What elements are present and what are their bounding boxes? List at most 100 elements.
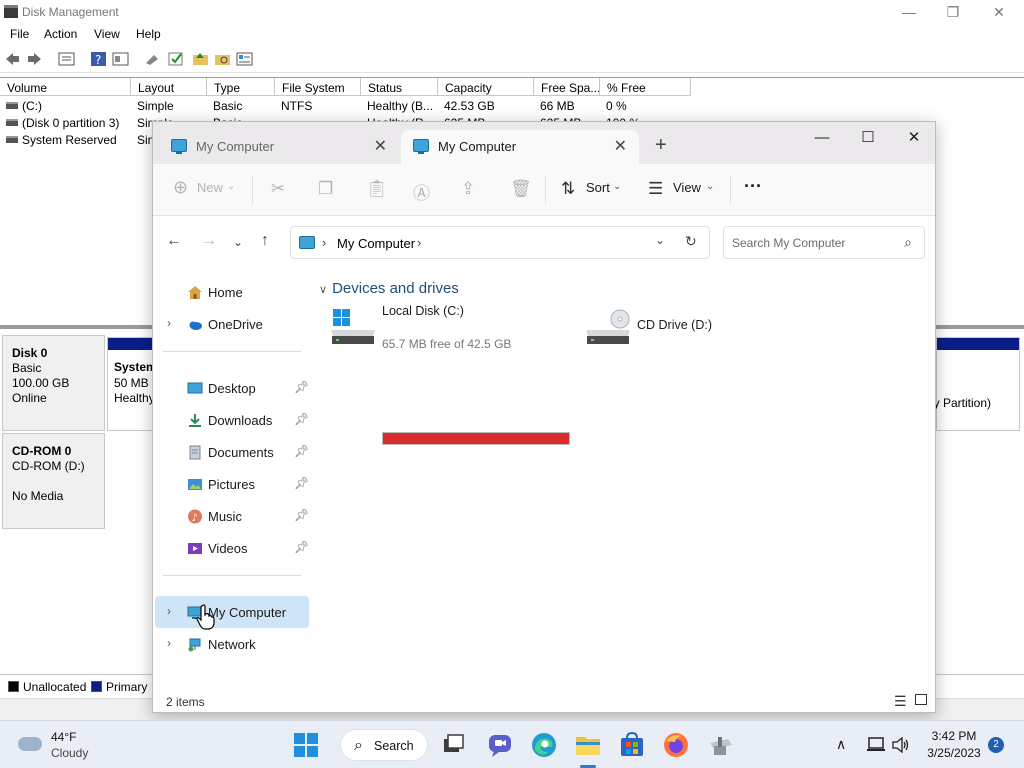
check-icon[interactable] <box>168 51 185 67</box>
column-layout[interactable]: Layout <box>131 78 207 96</box>
cut-icon[interactable]: ✂ <box>271 179 285 199</box>
system-reserved-partition[interactable]: System 50 MB Healthy <box>107 337 157 431</box>
nav-item-desktop[interactable]: Desktop 📌︎ <box>155 372 309 404</box>
dm-minimize-button[interactable]: — <box>886 1 932 23</box>
recovery-partition[interactable]: y Partition) <box>934 337 1020 431</box>
chat-icon[interactable] <box>486 731 514 759</box>
folder-search-icon[interactable] <box>214 51 231 67</box>
group-collapse-chevron-icon[interactable]: ∨ <box>319 283 327 296</box>
edge-browser-icon[interactable] <box>530 731 558 759</box>
clock[interactable]: 3:42 PM 3/25/2023 <box>924 728 984 762</box>
nav-item-downloads[interactable]: Downloads 📌︎ <box>155 404 309 436</box>
tab-my-computer-2[interactable]: My Computer ✕ <box>401 130 639 164</box>
store-icon[interactable] <box>618 731 646 759</box>
back-arrow-icon[interactable] <box>4 51 21 67</box>
table-row[interactable]: (C:) Simple Basic NTFS Healthy (B... 42.… <box>0 97 1024 114</box>
network-status-icon[interactable] <box>866 737 886 753</box>
up-arrow-icon[interactable]: ↑ <box>261 232 269 250</box>
column-type[interactable]: Type <box>207 78 275 96</box>
properties-icon[interactable] <box>112 51 129 67</box>
settings-icon[interactable] <box>236 51 253 67</box>
tiles-view-icon[interactable] <box>915 694 927 705</box>
share-icon[interactable]: ⇪ <box>461 179 475 199</box>
sort-button[interactable]: Sort <box>586 180 610 195</box>
pin-icon[interactable]: 📌︎ <box>294 380 309 394</box>
pin-icon[interactable]: 📌︎ <box>294 508 309 522</box>
chevron-right-icon[interactable]: › <box>167 316 171 330</box>
breadcrumb-chevron-icon[interactable]: › <box>417 235 421 250</box>
forward-arrow-icon[interactable] <box>26 51 43 67</box>
breadcrumb-my-computer[interactable]: My Computer <box>337 236 415 251</box>
show-hidden-icons-chevron-icon[interactable]: ∧ <box>836 736 846 753</box>
devices-and-drives-header[interactable]: ∨ Devices and drives <box>319 280 459 297</box>
view-button[interactable]: View <box>673 180 701 195</box>
search-box[interactable]: ⌕ <box>723 226 925 259</box>
breadcrumb-chevron-icon[interactable]: › <box>322 235 326 250</box>
chevron-right-icon[interactable]: › <box>167 604 171 618</box>
more-options-button[interactable]: ··· <box>744 176 762 197</box>
pin-icon[interactable]: 📌︎ <box>294 540 309 554</box>
delete-icon[interactable]: 🗑︎ <box>510 179 532 199</box>
task-view-icon[interactable] <box>440 731 468 759</box>
start-button[interactable] <box>292 731 320 759</box>
paste-icon[interactable]: 📋︎ <box>366 179 388 199</box>
address-history-chevron-icon[interactable]: ⌄ <box>655 233 665 247</box>
tab-close-icon[interactable]: ✕ <box>614 136 627 156</box>
disk-0-label[interactable]: Disk 0 Basic 100.00 GB Online <box>2 335 105 431</box>
menu-view[interactable]: View <box>94 27 120 41</box>
tab-my-computer-1[interactable]: My Computer ✕ <box>159 130 399 164</box>
explorer-maximize-button[interactable]: ☐ <box>845 124 891 152</box>
explorer-minimize-button[interactable]: — <box>799 124 845 152</box>
drive-cd-d[interactable]: CD Drive (D:) <box>586 306 766 356</box>
column-volume[interactable]: Volume <box>0 78 131 96</box>
nav-item-onedrive[interactable]: › OneDrive <box>155 308 309 340</box>
menu-file[interactable]: File <box>10 27 29 41</box>
column-percent-free[interactable]: % Free <box>600 78 691 96</box>
new-tab-button[interactable]: + <box>655 134 667 157</box>
column-file-system[interactable]: File System <box>275 78 361 96</box>
menu-help[interactable]: Help <box>136 27 161 41</box>
dm-maximize-button[interactable]: ❐ <box>930 1 976 23</box>
firefox-icon[interactable] <box>662 731 690 759</box>
file-explorer-taskbar-icon[interactable] <box>574 731 602 759</box>
search-input[interactable] <box>732 235 892 251</box>
menu-action[interactable]: Action <box>44 27 77 41</box>
nav-item-network[interactable]: › Network <box>155 628 309 660</box>
nav-item-videos[interactable]: Videos 📌︎ <box>155 532 309 564</box>
address-bar[interactable]: › My Computer › ⌄ ↻ <box>290 226 710 259</box>
nav-item-music[interactable]: ♪ Music 📌︎ <box>155 500 309 532</box>
nav-item-home[interactable]: Home <box>155 276 309 308</box>
pin-icon[interactable]: 📌︎ <box>294 412 309 426</box>
folder-up-icon[interactable] <box>192 51 209 67</box>
drive-local-disk-c[interactable]: Local Disk (C:) 65.7 MB free of 42.5 GB <box>331 304 571 356</box>
forward-arrow-icon[interactable]: → <box>201 232 217 250</box>
recent-chevron-down-icon[interactable]: ⌄ <box>233 235 243 249</box>
dm-close-button[interactable]: ✕ <box>976 1 1022 23</box>
chevron-right-icon[interactable]: › <box>167 636 171 650</box>
sandbox-icon[interactable] <box>706 731 734 759</box>
new-button[interactable]: New <box>197 180 223 195</box>
explorer-close-button[interactable]: ✕ <box>891 124 935 152</box>
weather-widget[interactable]: 44°F Cloudy <box>14 728 124 762</box>
rename-icon[interactable]: Ⓐ <box>413 179 430 204</box>
cdrom-0-label[interactable]: CD-ROM 0 CD-ROM (D:) No Media <box>2 433 105 529</box>
refresh-icon[interactable]: ↻ <box>685 233 697 250</box>
details-view-icon[interactable]: ☰ <box>894 693 907 710</box>
column-free-space[interactable]: Free Spa... <box>534 78 600 96</box>
volume-icon[interactable] <box>892 737 910 753</box>
list-view-icon[interactable] <box>58 51 75 67</box>
pin-icon[interactable]: 📌︎ <box>294 444 309 458</box>
nav-item-pictures[interactable]: Pictures 📌︎ <box>155 468 309 500</box>
copy-icon[interactable]: ❐ <box>318 179 333 199</box>
column-capacity[interactable]: Capacity <box>438 78 534 96</box>
taskbar-search-button[interactable]: ⌕ Search <box>340 729 428 761</box>
notification-badge[interactable]: 2 <box>988 737 1004 753</box>
nav-item-documents[interactable]: Documents 📌︎ <box>155 436 309 468</box>
nav-item-my-computer[interactable]: › My Computer <box>155 596 309 628</box>
help-icon[interactable]: ? <box>90 51 107 67</box>
pin-icon[interactable]: 📌︎ <box>294 476 309 490</box>
column-status[interactable]: Status <box>361 78 438 96</box>
back-arrow-icon[interactable]: ← <box>166 232 182 250</box>
connect-icon[interactable] <box>144 51 161 67</box>
tab-close-icon[interactable]: ✕ <box>374 136 387 156</box>
